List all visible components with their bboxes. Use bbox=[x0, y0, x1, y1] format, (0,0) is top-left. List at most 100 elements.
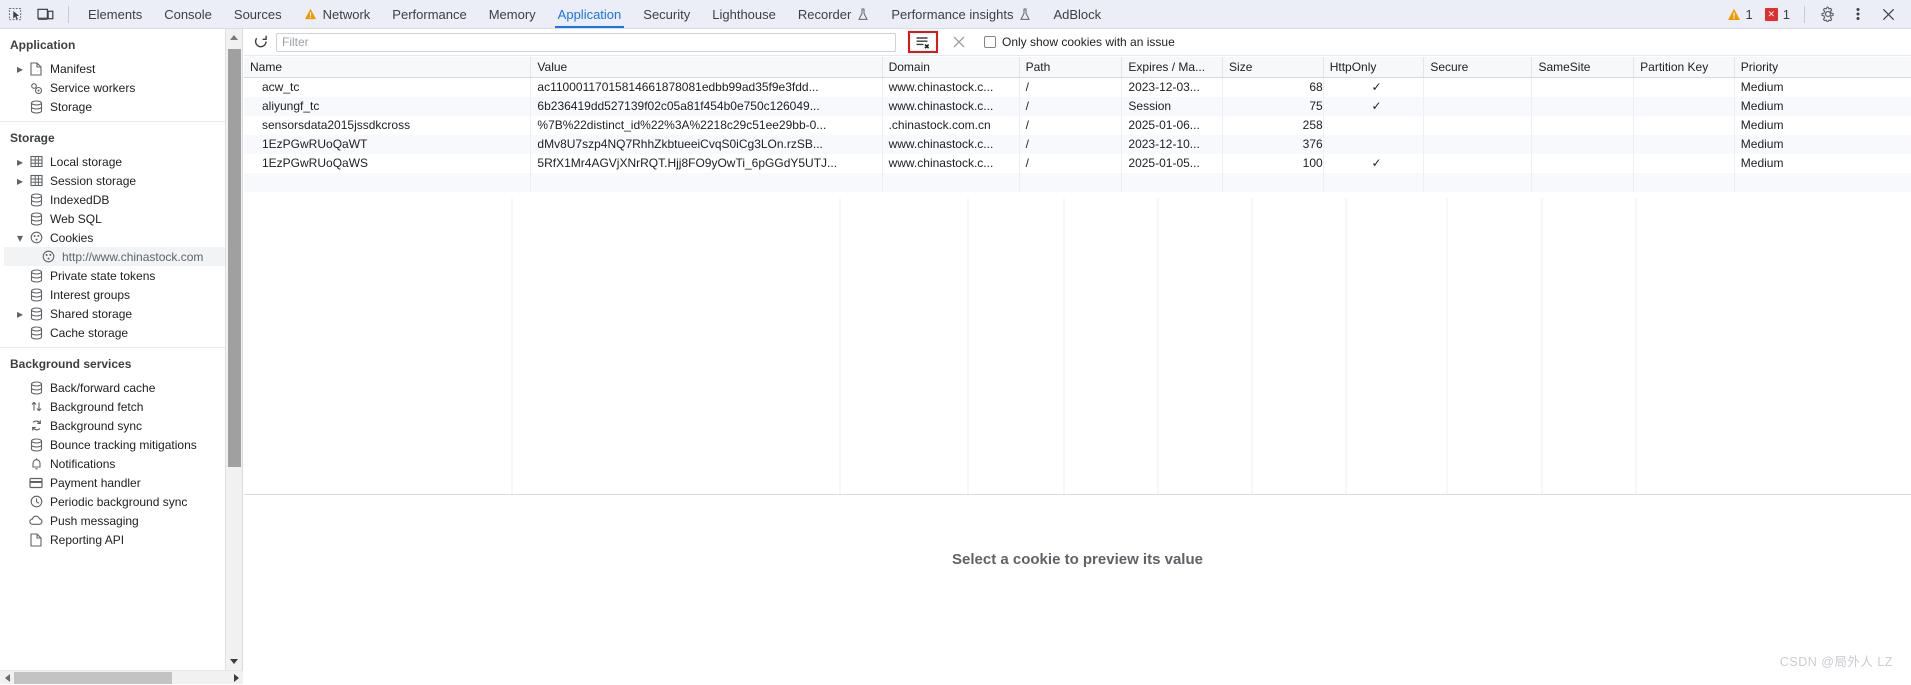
sidebar-group-background-services: ▸ Back/forward cache ▸ Background fetch … bbox=[0, 378, 225, 549]
sidebar-item-notifications[interactable]: ▸ Notifications bbox=[4, 454, 225, 473]
sidebar-horizontal-scrollbar[interactable] bbox=[0, 670, 243, 684]
column-header-secure[interactable]: Secure bbox=[1424, 57, 1532, 78]
sidebar-item-background-fetch[interactable]: ▸ Background fetch bbox=[4, 397, 225, 416]
sidebar-item-manifest[interactable]: ▸ Manifest bbox=[4, 59, 225, 78]
chevron-right-icon[interactable]: ▸ bbox=[14, 62, 26, 76]
chevron-right-icon[interactable]: ▸ bbox=[14, 174, 26, 188]
tab-security[interactable]: Security bbox=[632, 0, 701, 28]
table-row[interactable]: 1EzPGwRUoQaWS 5RfX1Mr4AGVjXNrRQT.Hjj8FO9… bbox=[244, 154, 1911, 173]
flask-icon bbox=[857, 8, 869, 21]
cell-partition-key bbox=[1634, 154, 1735, 173]
kebab-menu-icon[interactable] bbox=[1843, 0, 1873, 28]
column-header-httponly[interactable]: HttpOnly bbox=[1323, 57, 1424, 78]
checkbox-box[interactable] bbox=[984, 36, 996, 48]
column-header-samesite[interactable]: SameSite bbox=[1532, 57, 1634, 78]
sidebar-hscrollbar-thumb[interactable] bbox=[14, 672, 172, 684]
delete-selected-cookie-button[interactable] bbox=[948, 31, 970, 53]
column-header-path[interactable]: Path bbox=[1019, 57, 1122, 78]
cell-httponly: ✓ bbox=[1323, 78, 1424, 97]
only-show-issues-checkbox[interactable]: Only show cookies with an issue bbox=[984, 35, 1175, 49]
tab-memory[interactable]: Memory bbox=[478, 0, 547, 28]
table-row[interactable]: sensorsdata2015jssdkcross %7B%22distinct… bbox=[244, 116, 1911, 135]
sidebar-item-label: Back/forward cache bbox=[46, 381, 155, 395]
cell-name: 1EzPGwRUoQaWT bbox=[244, 135, 531, 154]
sidebar-item-cookie-origin[interactable]: ▸ http://www.chinastock.com bbox=[4, 247, 225, 266]
sidebar-item-interest-groups[interactable]: ▸ Interest groups bbox=[4, 285, 225, 304]
error-count-chip[interactable]: ✕ 1 bbox=[1759, 7, 1796, 22]
sidebar-item-reporting-api[interactable]: ▸ Reporting API bbox=[4, 530, 225, 549]
cell-priority: Medium bbox=[1734, 116, 1911, 135]
tab-lighthouse[interactable]: Lighthouse bbox=[701, 0, 787, 28]
tab-network[interactable]: Network bbox=[293, 0, 382, 28]
sidebar-item-storage[interactable]: ▸ Storage bbox=[4, 97, 225, 116]
table-row[interactable]: 1EzPGwRUoQaWT dMv8U7szp4NQ7RhhZkbtueeiCv… bbox=[244, 135, 1911, 154]
sidebar-item-label: Background sync bbox=[46, 419, 142, 433]
tab-performance[interactable]: Performance bbox=[381, 0, 477, 28]
chevron-right-icon[interactable]: ▸ bbox=[14, 155, 26, 169]
scroll-left-arrow-icon[interactable] bbox=[0, 671, 14, 685]
tab-performance-insights[interactable]: Performance insights bbox=[880, 0, 1042, 28]
sidebar-item-push-messaging[interactable]: ▸ Push messaging bbox=[4, 511, 225, 530]
sidebar-item-periodic-background-sync[interactable]: ▸ Periodic background sync bbox=[4, 492, 225, 511]
sidebar-vertical-scrollbar[interactable] bbox=[226, 29, 243, 670]
only-show-issues-label: Only show cookies with an issue bbox=[1002, 35, 1175, 49]
scroll-down-arrow-icon[interactable] bbox=[226, 653, 242, 670]
close-icon[interactable] bbox=[1873, 0, 1903, 28]
tab-console[interactable]: Console bbox=[153, 0, 223, 28]
tab-label: Console bbox=[164, 7, 212, 22]
scroll-up-arrow-icon[interactable] bbox=[226, 29, 242, 46]
tab-elements[interactable]: Elements bbox=[77, 0, 153, 28]
table-icon bbox=[26, 155, 46, 168]
column-header-size[interactable]: Size bbox=[1223, 57, 1324, 78]
device-toolbar-icon[interactable] bbox=[30, 0, 60, 28]
column-header-domain[interactable]: Domain bbox=[882, 57, 1019, 78]
tab-recorder[interactable]: Recorder bbox=[787, 0, 880, 28]
cookies-panel: Only show cookies with an issue Name Val… bbox=[244, 29, 1911, 684]
column-header-name[interactable]: Name bbox=[244, 57, 531, 78]
cell-partition-key bbox=[1634, 135, 1735, 154]
column-header-priority[interactable]: Priority bbox=[1734, 57, 1911, 78]
error-square-icon: ✕ bbox=[1765, 8, 1778, 21]
cell-name: 1EzPGwRUoQaWS bbox=[244, 154, 531, 173]
tab-label: Elements bbox=[88, 7, 142, 22]
cell-size: 75 bbox=[1223, 97, 1324, 116]
scroll-right-arrow-icon[interactable] bbox=[229, 671, 243, 685]
cell-path: / bbox=[1019, 154, 1122, 173]
sidebar-item-back-forward-cache[interactable]: ▸ Back/forward cache bbox=[4, 378, 225, 397]
clock-icon bbox=[26, 495, 46, 508]
tab-application[interactable]: Application bbox=[547, 0, 633, 28]
tab-adblock[interactable]: AdBlock bbox=[1042, 0, 1112, 28]
tab-sources[interactable]: Sources bbox=[223, 0, 293, 28]
chevron-right-icon[interactable]: ▸ bbox=[14, 307, 26, 321]
sidebar-scrollbar-thumb[interactable] bbox=[228, 49, 241, 467]
warning-count-chip[interactable]: 1 bbox=[1721, 7, 1759, 22]
cell-secure bbox=[1424, 97, 1532, 116]
cell-secure bbox=[1424, 116, 1532, 135]
cell-value: ac11000117015814661878081edbb99ad35f9e3f… bbox=[531, 78, 882, 97]
sidebar-item-local-storage[interactable]: ▸ Local storage bbox=[4, 152, 225, 171]
refresh-icon[interactable] bbox=[250, 31, 272, 53]
filter-input[interactable] bbox=[276, 33, 896, 52]
table-row[interactable]: aliyungf_tc 6b236419dd527139f02c05a81f45… bbox=[244, 97, 1911, 116]
inspect-cursor-icon[interactable] bbox=[0, 0, 30, 28]
column-header-partition-key[interactable]: Partition Key bbox=[1634, 57, 1735, 78]
table-row[interactable]: acw_tc ac11000117015814661878081edbb99ad… bbox=[244, 78, 1911, 97]
clear-all-cookies-button[interactable] bbox=[908, 31, 938, 53]
chevron-down-icon[interactable]: ▾ bbox=[14, 231, 26, 245]
tab-label: Performance insights bbox=[891, 7, 1013, 22]
sidebar-item-private-state-tokens[interactable]: ▸ Private state tokens bbox=[4, 266, 225, 285]
sidebar-item-web-sql[interactable]: ▸ Web SQL bbox=[4, 209, 225, 228]
sidebar-item-payment-handler[interactable]: ▸ Payment handler bbox=[4, 473, 225, 492]
cookies-table-container[interactable]: Name Value Domain Path Expires / Ma... S… bbox=[244, 57, 1911, 494]
column-header-expires[interactable]: Expires / Ma... bbox=[1122, 57, 1223, 78]
sidebar-item-shared-storage[interactable]: ▸ Shared storage bbox=[4, 304, 225, 323]
sidebar-item-service-workers[interactable]: ▸ Service workers bbox=[4, 78, 225, 97]
sidebar-item-session-storage[interactable]: ▸ Session storage bbox=[4, 171, 225, 190]
column-header-value[interactable]: Value bbox=[531, 57, 882, 78]
gear-icon[interactable] bbox=[1813, 0, 1843, 28]
sidebar-item-cache-storage[interactable]: ▸ Cache storage bbox=[4, 323, 225, 342]
sidebar-item-indexeddb[interactable]: ▸ IndexedDB bbox=[4, 190, 225, 209]
sidebar-item-background-sync[interactable]: ▸ Background sync bbox=[4, 416, 225, 435]
sidebar-item-bounce-tracking-mitigations[interactable]: ▸ Bounce tracking mitigations bbox=[4, 435, 225, 454]
sidebar-item-cookies[interactable]: ▾ Cookies bbox=[4, 228, 225, 247]
